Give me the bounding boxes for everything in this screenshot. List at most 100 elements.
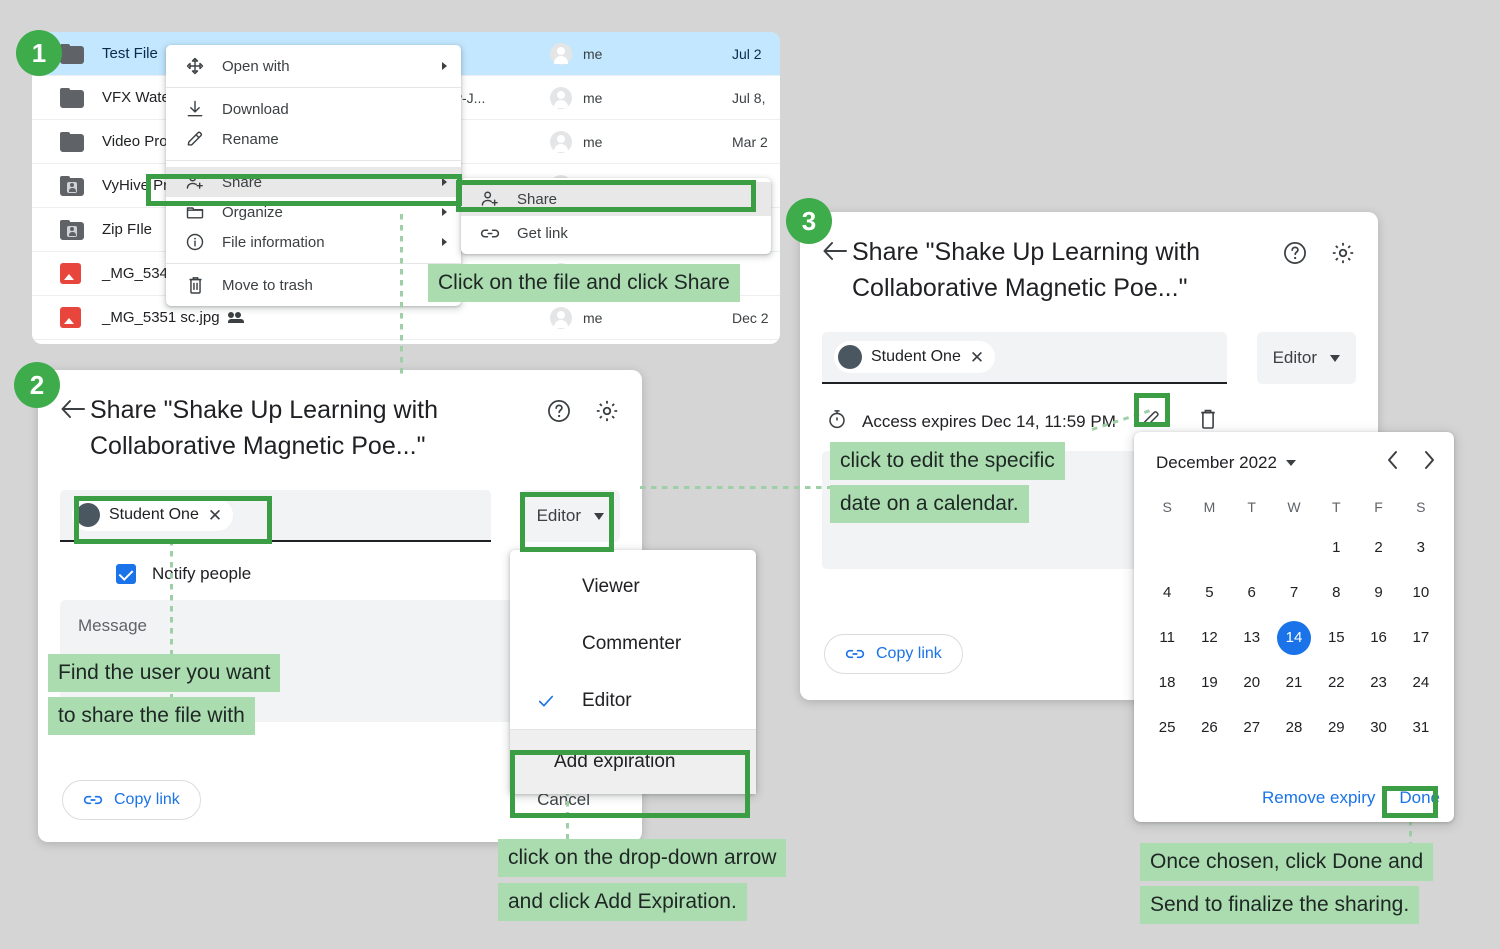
calendar-blank [1231, 525, 1273, 570]
help-icon[interactable] [1282, 240, 1308, 266]
context-menu-label: Download [222, 101, 289, 118]
role-option[interactable]: Commenter [510, 615, 756, 672]
context-menu-item[interactable]: Share [166, 167, 461, 197]
chevron-down-icon [1330, 355, 1340, 362]
calendar-weekday: W [1273, 489, 1315, 525]
copy-link-button[interactable]: Copy link [824, 634, 963, 674]
calendar-weekday: S [1400, 489, 1442, 525]
date-picker-calendar[interactable]: December 2022 SMTWTFS1234567891011121314… [1134, 432, 1454, 822]
calendar-day[interactable]: 6 [1231, 570, 1273, 615]
submenu-item[interactable]: Share [461, 182, 771, 216]
calendar-day[interactable]: 20 [1231, 660, 1273, 705]
calendar-day[interactable]: 3 [1400, 525, 1442, 570]
calendar-day[interactable]: 30 [1357, 705, 1399, 750]
people-input-field[interactable]: Student One ✕ [60, 490, 491, 542]
calendar-day[interactable]: 28 [1273, 705, 1315, 750]
calendar-day[interactable]: 4 [1146, 570, 1188, 615]
calendar-month-label[interactable]: December 2022 [1156, 453, 1277, 473]
close-icon[interactable]: ✕ [970, 349, 984, 366]
calendar-day[interactable]: 21 [1273, 660, 1315, 705]
context-menu-item[interactable]: Download [166, 94, 461, 124]
calendar-day[interactable]: 14 [1273, 615, 1315, 660]
calendar-day[interactable]: 9 [1357, 570, 1399, 615]
expiration-row: Access expires Dec 14, 11:59 PM [826, 408, 1378, 435]
image-file-icon [60, 263, 84, 284]
context-menu-label: Open with [222, 58, 290, 75]
calendar-day[interactable]: 25 [1146, 705, 1188, 750]
context-menu-item[interactable]: Open with [166, 51, 461, 81]
connector-dots-step1 [400, 214, 403, 374]
calendar-day[interactable]: 22 [1315, 660, 1357, 705]
notify-checkbox[interactable] [116, 564, 136, 584]
callout-dropdown-1: click on the drop-down arrow [498, 839, 786, 877]
back-arrow-icon[interactable] [60, 398, 90, 425]
calendar-weekday: M [1188, 489, 1230, 525]
share-dialog-title: Share "Shake Up Learning with Collaborat… [852, 234, 1282, 306]
calendar-day[interactable]: 8 [1315, 570, 1357, 615]
next-month-icon[interactable] [1422, 450, 1436, 475]
role-dropdown-button[interactable]: Editor [1257, 332, 1356, 384]
role-label: Editor [537, 506, 581, 526]
calendar-day[interactable]: 23 [1357, 660, 1399, 705]
role-option[interactable]: Viewer [510, 558, 756, 615]
role-dropdown-menu[interactable]: ViewerCommenterEditorAdd expiration [510, 550, 756, 794]
role-dropdown-button[interactable]: Editor [521, 490, 620, 542]
context-menu-item[interactable]: File information [166, 227, 461, 257]
gear-icon[interactable] [1330, 240, 1356, 266]
role-option[interactable]: Add expiration [510, 730, 756, 794]
menu-separator [166, 87, 461, 88]
calendar-day[interactable]: 7 [1273, 570, 1315, 615]
context-menu-item[interactable]: Move to trash [166, 270, 461, 300]
calendar-day[interactable]: 1 [1315, 525, 1357, 570]
person-chip[interactable]: Student One ✕ [72, 499, 233, 531]
chevron-down-icon [594, 513, 604, 520]
context-menu-item[interactable]: Organize [166, 197, 461, 227]
person-chip[interactable]: Student One ✕ [834, 341, 995, 373]
owner-avatar-icon [550, 87, 572, 109]
calendar-day[interactable]: 10 [1400, 570, 1442, 615]
gear-icon[interactable] [594, 398, 620, 424]
calendar-blank [1146, 525, 1188, 570]
calendar-day[interactable]: 17 [1400, 615, 1442, 660]
help-icon[interactable] [546, 398, 572, 424]
calendar-day[interactable]: 19 [1188, 660, 1230, 705]
back-arrow-icon[interactable] [822, 240, 852, 267]
submenu-label: Share [517, 191, 557, 208]
calendar-day[interactable]: 24 [1400, 660, 1442, 705]
share-submenu[interactable]: Share Get link [461, 178, 771, 254]
role-option[interactable]: Editor [510, 672, 756, 729]
calendar-day[interactable]: 31 [1400, 705, 1442, 750]
copy-link-button[interactable]: Copy link [62, 780, 201, 820]
remove-expiry-button[interactable]: Remove expiry [1262, 788, 1375, 808]
close-icon[interactable]: ✕ [208, 507, 222, 524]
calendar-day[interactable]: 12 [1188, 615, 1230, 660]
chevron-down-icon[interactable] [1286, 460, 1296, 466]
calendar-day[interactable]: 16 [1357, 615, 1399, 660]
file-name: VFX Water [102, 89, 175, 106]
done-button[interactable]: Done [1399, 788, 1440, 808]
link-icon [479, 227, 501, 240]
context-menu[interactable]: Open with Download Rename ShareOrganizeFile… [166, 45, 461, 306]
context-menu-item[interactable]: Rename [166, 124, 461, 154]
calendar-day[interactable]: 26 [1188, 705, 1230, 750]
callout-find-user-1: Find the user you want [48, 654, 280, 692]
prev-month-icon[interactable] [1386, 450, 1400, 475]
calendar-day[interactable]: 2 [1357, 525, 1399, 570]
calendar-day[interactable]: 13 [1231, 615, 1273, 660]
step-badge-2: 2 [14, 362, 60, 408]
calendar-day[interactable]: 11 [1146, 615, 1188, 660]
file-owner: me [550, 307, 602, 329]
calendar-blank [1273, 525, 1315, 570]
shared-people-icon [228, 312, 244, 323]
owner-avatar-icon [550, 43, 572, 65]
calendar-day[interactable]: 27 [1231, 705, 1273, 750]
people-input-field[interactable]: Student One ✕ [822, 332, 1227, 384]
delete-trash-icon[interactable] [1198, 408, 1218, 435]
owner-label: me [583, 134, 602, 150]
calendar-day[interactable]: 29 [1315, 705, 1357, 750]
calendar-grid[interactable]: SMTWTFS123456789101112131415161718192021… [1134, 475, 1454, 750]
calendar-day[interactable]: 15 [1315, 615, 1357, 660]
submenu-item[interactable]: Get link [461, 216, 771, 250]
calendar-day[interactable]: 18 [1146, 660, 1188, 705]
calendar-day[interactable]: 5 [1188, 570, 1230, 615]
